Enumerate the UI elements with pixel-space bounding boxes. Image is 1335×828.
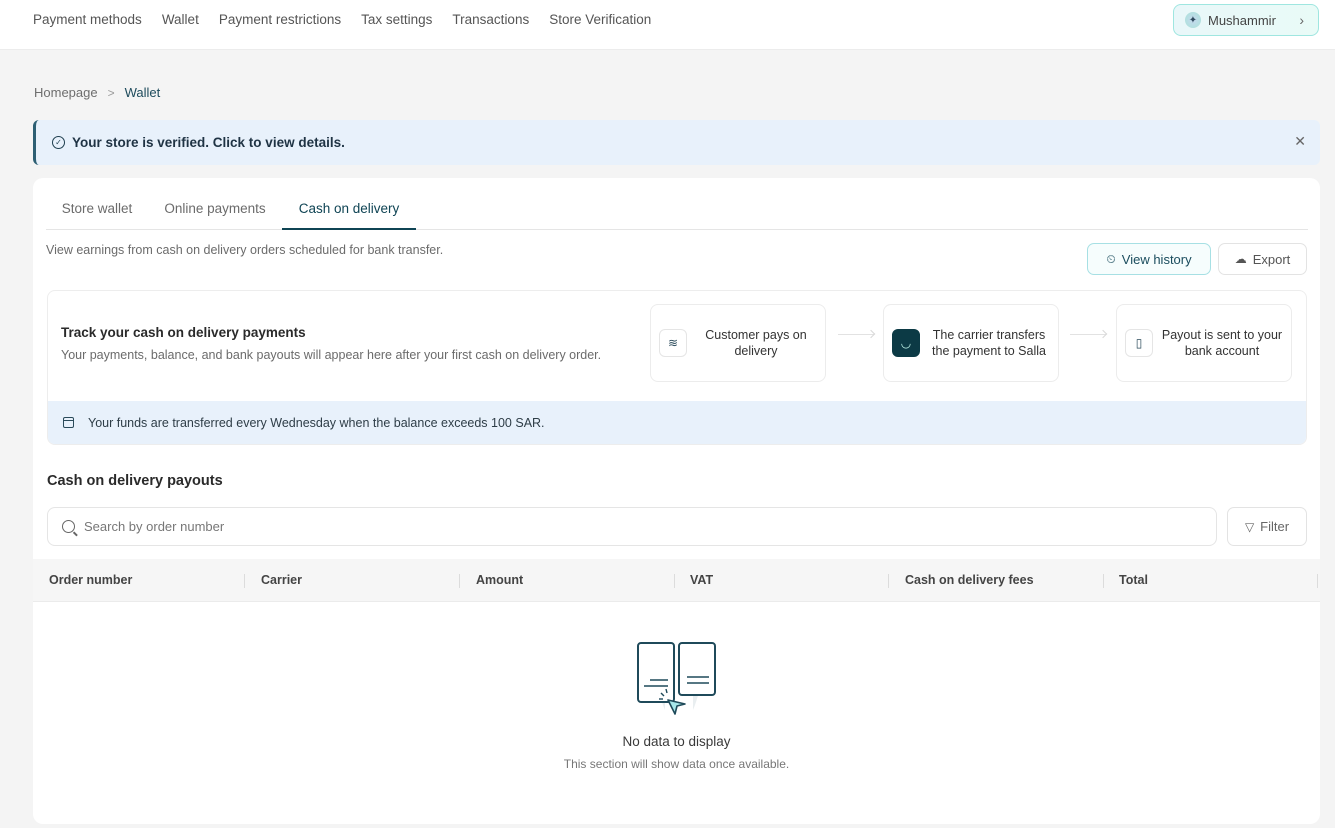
sparkle-icon: ✦ [1185, 12, 1201, 28]
top-nav: Payment methods Wallet Payment restricti… [0, 0, 1335, 50]
empty-documents-icon [637, 642, 716, 715]
column-total[interactable]: Total [1119, 559, 1148, 602]
arrow-right-icon [838, 334, 874, 335]
export-button[interactable]: ☁ Export [1218, 243, 1307, 275]
verified-banner-text: Your store is verified. Click to view de… [72, 135, 345, 150]
nav-payment-methods[interactable]: Payment methods [33, 12, 142, 27]
tab-cash-on-delivery[interactable]: Cash on delivery [282, 190, 416, 230]
payouts-title: Cash on delivery payouts [47, 473, 223, 489]
search-input[interactable] [84, 519, 1184, 534]
column-cod-fees[interactable]: Cash on delivery fees [889, 559, 1034, 602]
column-vat[interactable]: VAT [674, 559, 713, 602]
track-title: Track your cash on delivery payments [61, 325, 306, 340]
chevron-right-icon: › [1299, 12, 1304, 28]
close-icon[interactable]: ✕ [1294, 133, 1306, 150]
chevron-right-icon: > [107, 85, 115, 100]
transfer-info: Your funds are transferred every Wednesd… [48, 401, 1306, 444]
export-label: Export [1252, 251, 1291, 267]
user-chip[interactable]: ✦ Mushammir › [1173, 4, 1319, 36]
transfer-info-text: Your funds are transferred every Wednesd… [88, 415, 545, 430]
calendar-icon [63, 417, 74, 428]
wallet-tabs: Store wallet Online payments Cash on del… [46, 190, 1308, 230]
filter-button[interactable]: ▽ Filter [1227, 507, 1307, 546]
step-text: Customer pays on delivery [705, 328, 807, 358]
view-history-label: View history [1121, 251, 1192, 267]
search-box[interactable] [47, 507, 1217, 546]
track-subtitle: Your payments, balance, and bank payouts… [61, 348, 602, 362]
nav-wallet[interactable]: Wallet [162, 12, 199, 27]
step-customer-pays: ≋ Customer pays on delivery [650, 304, 826, 382]
step-text: Payout is sent to your bank account [1161, 328, 1283, 358]
column-divider [1317, 574, 1318, 588]
user-name: Mushammir [1208, 12, 1276, 28]
tab-online-payments[interactable]: Online payments [158, 190, 272, 230]
breadcrumb: Homepage > Wallet [34, 85, 160, 100]
arrow-right-icon [1070, 334, 1106, 335]
empty-state: No data to display This section will sho… [33, 602, 1320, 824]
top-nav-items: Payment methods Wallet Payment restricti… [33, 0, 671, 38]
breadcrumb-current: Wallet [124, 85, 161, 100]
nav-tax-settings[interactable]: Tax settings [361, 12, 432, 27]
nav-payment-restrictions[interactable]: Payment restrictions [219, 12, 341, 27]
step-payout-sent: ▯ Payout is sent to your bank account [1116, 304, 1292, 382]
column-order-number[interactable]: Order number [33, 559, 132, 602]
search-icon [62, 520, 75, 533]
cash-icon: ≋ [659, 329, 687, 357]
nav-store-verification[interactable]: Store Verification [549, 12, 651, 27]
wallet-card: Store wallet Online payments Cash on del… [33, 178, 1320, 824]
empty-state-subtitle: This section will show data once availab… [563, 757, 790, 771]
cloud-download-icon: ☁ [1234, 252, 1247, 266]
column-divider [1103, 574, 1104, 588]
filter-icon: ▽ [1244, 519, 1255, 534]
check-circle-icon: ✓ [52, 136, 65, 149]
column-carrier[interactable]: Carrier [245, 559, 302, 602]
verified-banner[interactable]: ✓ Your store is verified. Click to view … [33, 120, 1320, 165]
step-text: The carrier transfers the payment to Sal… [932, 328, 1046, 358]
history-icon: ⏲ [1106, 251, 1116, 266]
view-history-button[interactable]: ⏲ View history [1087, 243, 1211, 275]
filter-label: Filter [1260, 519, 1290, 534]
page-description: View earnings from cash on delivery orde… [46, 243, 444, 257]
tab-store-wallet[interactable]: Store wallet [46, 190, 148, 230]
nav-transactions[interactable]: Transactions [452, 12, 529, 27]
salla-logo-icon: ◡ [892, 329, 920, 357]
bank-icon: ▯ [1125, 329, 1153, 357]
column-amount[interactable]: Amount [460, 559, 523, 602]
step-carrier-transfers: ◡ The carrier transfers the payment to S… [883, 304, 1059, 382]
table-header: Order number Carrier Amount VAT Cash on … [33, 559, 1320, 602]
track-panel: Track your cash on delivery payments You… [47, 290, 1307, 445]
empty-state-title: No data to display [622, 734, 731, 749]
breadcrumb-home[interactable]: Homepage [34, 85, 98, 100]
